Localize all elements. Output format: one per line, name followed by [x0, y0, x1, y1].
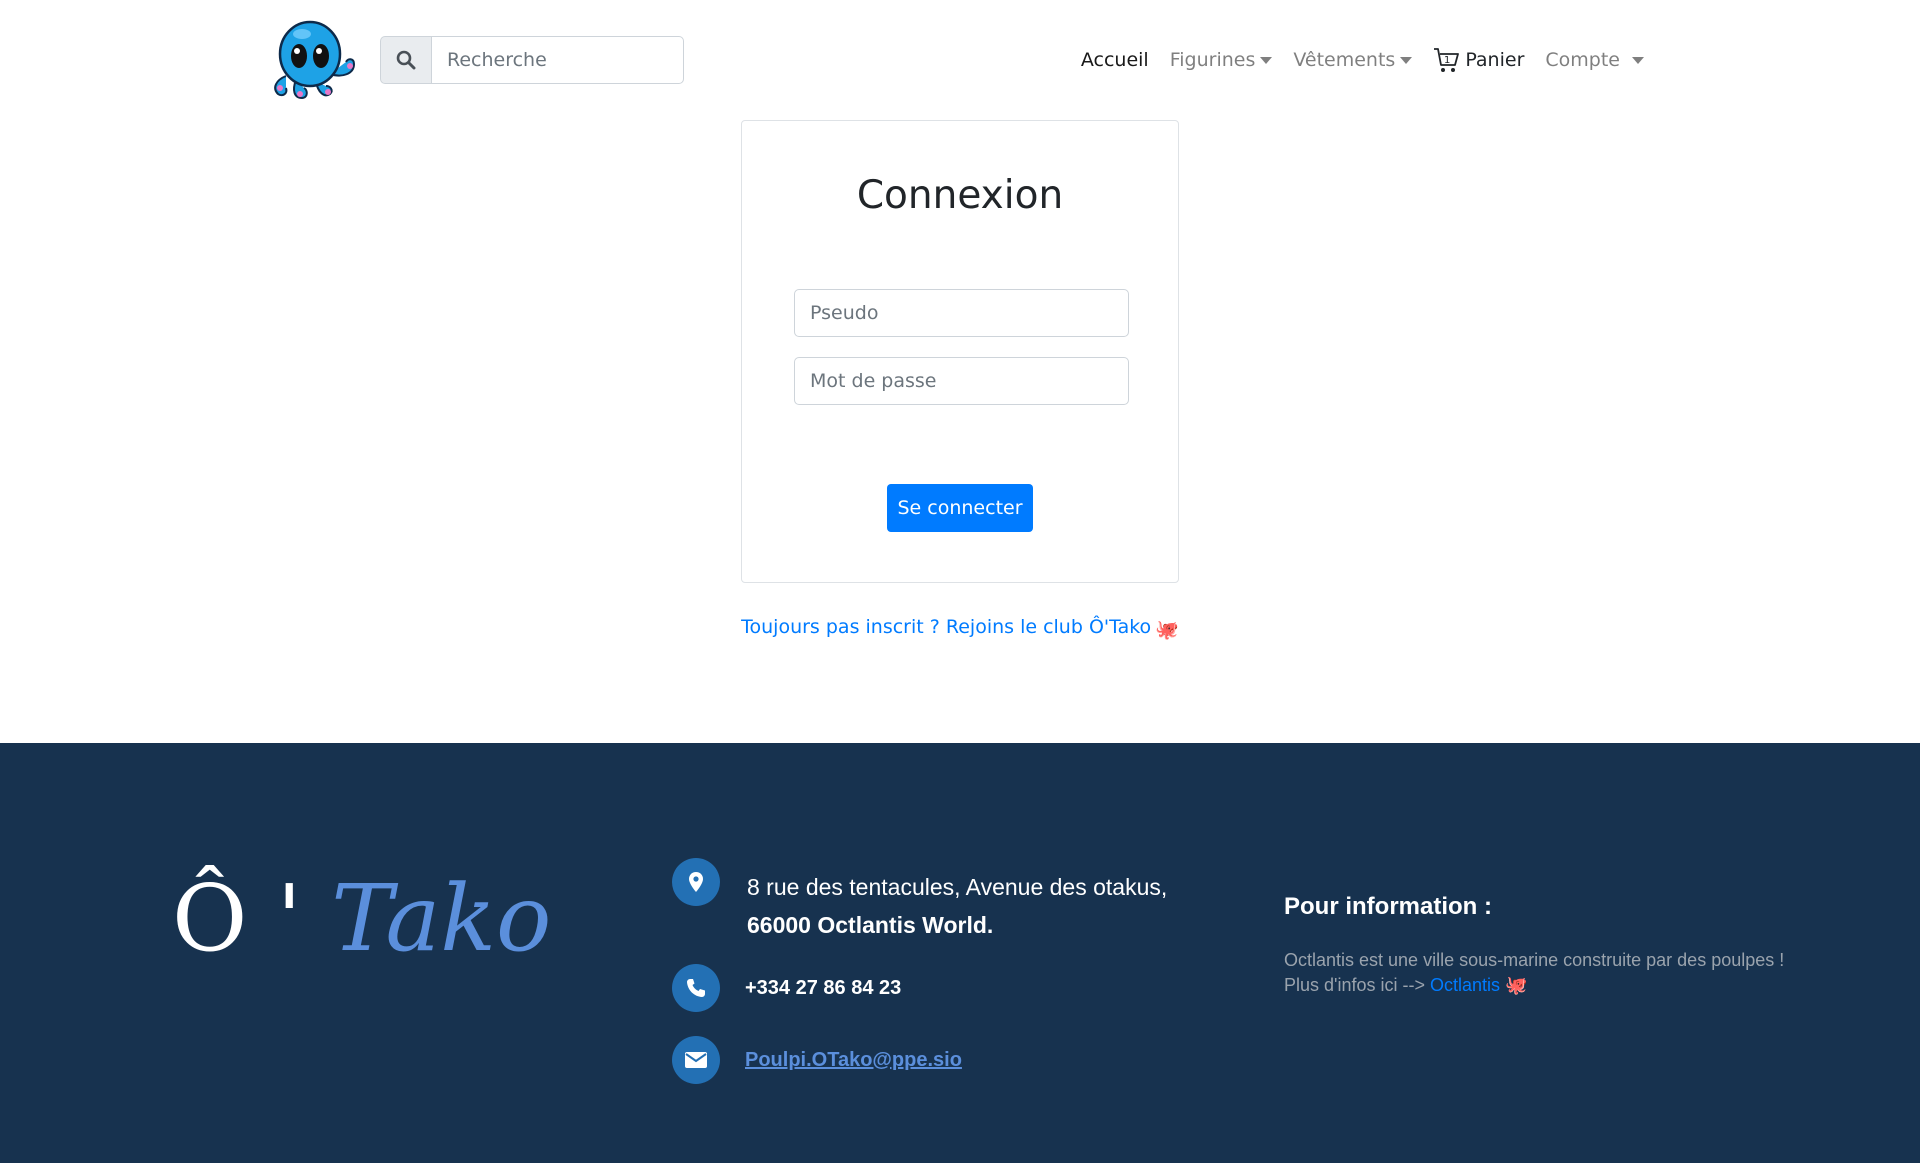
nav-item-panier[interactable]: 1 Panier — [1433, 46, 1524, 74]
phone-block: +334 27 86 84 23 — [672, 964, 901, 1012]
address-text: 8 rue des tentacules, Avenue des otakus,… — [747, 868, 1167, 944]
login-card: Connexion Se connecter — [741, 120, 1179, 583]
nav-item-compte-label: Compte — [1545, 49, 1620, 71]
pseudo-field[interactable] — [794, 289, 1129, 337]
brand-tako: Tako — [331, 865, 552, 972]
info-line2: Plus d'infos ici --> Octlantis 🐙 — [1284, 973, 1844, 998]
nav-item-vetements-label: Vêtements — [1293, 49, 1396, 71]
svg-text:1: 1 — [1444, 55, 1450, 66]
info-line1: Octlantis est une ville sous-marine cons… — [1284, 950, 1785, 970]
register-link-label: Toujours pas inscrit ? Rejoins le club Ô… — [741, 616, 1152, 638]
search-icon — [396, 50, 416, 70]
address-line2: 66000 Octlantis World. — [747, 912, 994, 938]
info-text: Octlantis est une ville sous-marine cons… — [1284, 948, 1844, 998]
search-button[interactable] — [380, 36, 431, 84]
address-line1: 8 rue des tentacules, Avenue des otakus, — [747, 874, 1168, 900]
navbar: Accueil Figurines Vêtements 1 Panier Com… — [0, 0, 1920, 120]
register-link[interactable]: Toujours pas inscrit ? Rejoins le club Ô… — [0, 616, 1920, 641]
octopus-emoji-icon: 🐙 — [1155, 619, 1179, 641]
nav-item-figurines-label: Figurines — [1169, 49, 1256, 71]
footer: Ô ' Tako 8 rue des tentacules, Avenue de… — [0, 743, 1920, 1163]
nav-item-figurines[interactable]: Figurines — [1170, 49, 1273, 71]
envelope-icon — [672, 1036, 720, 1084]
email-block: Poulpi.OTako@ppe.sio — [672, 1036, 962, 1084]
search-input[interactable] — [431, 36, 684, 84]
chevron-down-icon — [1632, 56, 1644, 64]
main-nav: Accueil Figurines Vêtements 1 Panier Com… — [1060, 46, 1644, 74]
nav-item-vetements[interactable]: Vêtements — [1293, 49, 1413, 71]
phone-number: +334 27 86 84 23 — [745, 976, 902, 999]
search-bar — [380, 36, 684, 84]
octopus-logo-icon[interactable] — [268, 18, 358, 100]
login-button[interactable]: Se connecter — [887, 484, 1033, 532]
chevron-down-icon — [1400, 56, 1413, 64]
nav-item-accueil-label: Accueil — [1080, 49, 1149, 71]
brand-o: Ô ' — [172, 865, 302, 972]
octlantis-link[interactable]: Octlantis — [1430, 975, 1500, 995]
info-line2-prefix: Plus d'infos ici --> — [1284, 975, 1425, 995]
nav-item-accueil[interactable]: Accueil — [1081, 49, 1149, 71]
password-field[interactable] — [794, 357, 1129, 405]
page-title: Connexion — [856, 173, 1064, 218]
nav-item-compte[interactable]: Compte — [1545, 49, 1644, 71]
chevron-down-icon — [1260, 56, 1273, 64]
info-title: Pour information : — [1284, 893, 1492, 920]
octopus-emoji-icon: 🐙 — [1505, 975, 1528, 995]
cart-icon: 1 — [1433, 46, 1460, 74]
address-block: 8 rue des tentacules, Avenue des otakus,… — [672, 858, 1167, 944]
footer-brand-logo: Ô ' Tako — [172, 873, 551, 965]
email-link[interactable]: Poulpi.OTako@ppe.sio — [745, 1049, 962, 1072]
phone-icon — [672, 964, 720, 1012]
map-pin-icon — [672, 858, 720, 906]
nav-item-panier-label: Panier — [1465, 49, 1525, 71]
